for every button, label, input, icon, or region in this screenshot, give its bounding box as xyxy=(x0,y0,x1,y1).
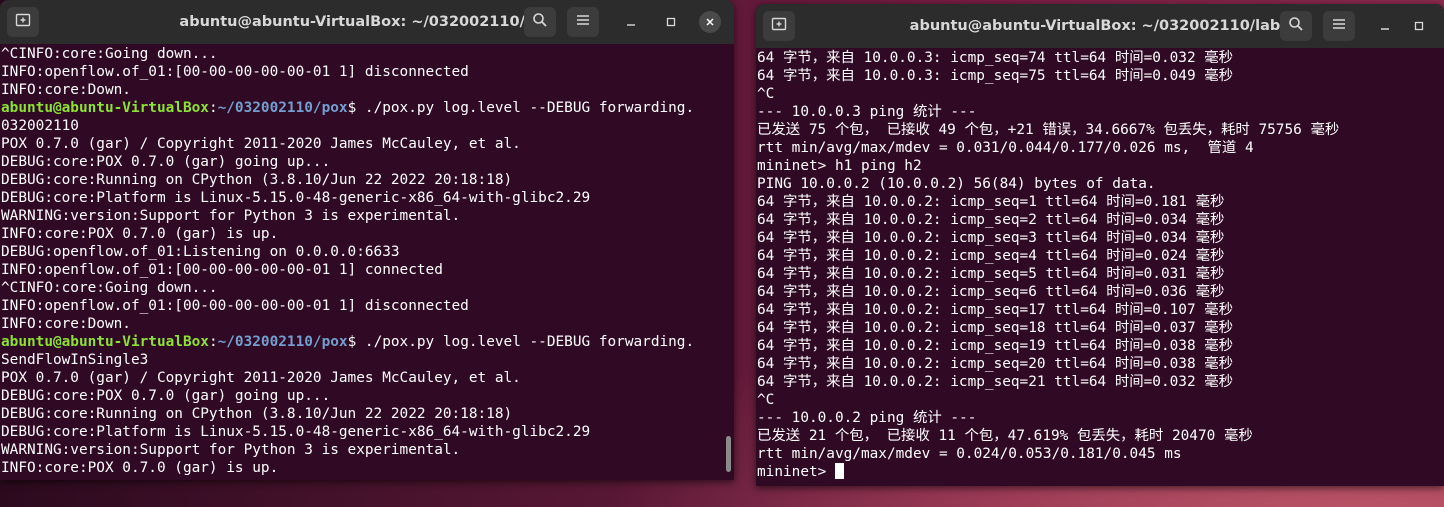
output-line: 已发送 75 个包， 已接收 49 个包，+21 错误，34.6667% 包丢失… xyxy=(757,122,1340,138)
terminal-window-pox[interactable]: abuntu@abuntu-VirtualBox: ~/032002110/po… xyxy=(0,0,734,480)
output-line: 64 字节，来自 10.0.0.2: icmp_seq=4 ttl=64 时间=… xyxy=(757,248,1225,264)
output-line: 64 字节，来自 10.0.0.2: icmp_seq=1 ttl=64 时间=… xyxy=(757,194,1225,210)
new-tab-button[interactable] xyxy=(763,11,795,41)
titlebar[interactable]: abuntu@abuntu-VirtualBox: ~/032002110/la… xyxy=(756,4,1444,48)
search-icon xyxy=(1288,16,1304,36)
output-line: 64 字节，来自 10.0.0.2: icmp_seq=20 ttl=64 时间… xyxy=(757,356,1234,372)
new-tab-button[interactable] xyxy=(7,7,39,37)
text-cursor xyxy=(834,463,844,479)
output-line: 64 字节，来自 10.0.0.2: icmp_seq=19 ttl=64 时间… xyxy=(757,338,1234,354)
prompt-line[interactable]: mininet> xyxy=(757,463,1444,481)
output-line: POX 0.7.0 (gar) / Copyright 2011-2020 Ja… xyxy=(1,370,521,386)
output-line: 已发送 21 个包， 已接收 11 个包，47.619% 包丢失，耗时 2047… xyxy=(757,428,1253,444)
new-tab-icon xyxy=(771,16,787,36)
mininet-prompt: mininet> xyxy=(757,464,835,480)
output-line: 64 字节，来自 10.0.0.2: icmp_seq=18 ttl=64 时间… xyxy=(757,320,1234,336)
output-line: 64 字节，来自 10.0.0.3: icmp_seq=74 ttl=64 时间… xyxy=(757,50,1234,66)
command-text: $ ./pox.py log.level --DEBUG forwarding. xyxy=(347,334,695,350)
minimize-button[interactable] xyxy=(1374,15,1396,37)
close-button[interactable] xyxy=(699,11,721,33)
output-line: INFO:openflow.of_01:[00-00-00-00-00-01 1… xyxy=(1,298,469,314)
menu-icon xyxy=(575,12,591,32)
output-line: DEBUG:core:Platform is Linux-5.15.0-48-g… xyxy=(1,424,591,440)
maximize-icon xyxy=(665,13,677,32)
output-line: 64 字节，来自 10.0.0.3: icmp_seq=75 ttl=64 时间… xyxy=(757,68,1234,84)
maximize-button[interactable] xyxy=(660,11,682,33)
output-line: rtt min/avg/max/mdev = 0.031/0.044/0.177… xyxy=(757,140,1254,156)
output-line: INFO:openflow.of_01:[00-00-00-00-00-01 1… xyxy=(1,262,443,278)
command-text: $ ./pox.py log.level --DEBUG forwarding. xyxy=(347,100,695,116)
output-line: 64 字节，来自 10.0.0.2: icmp_seq=2 ttl=64 时间=… xyxy=(757,212,1225,228)
close-icon xyxy=(704,13,716,32)
search-button[interactable] xyxy=(1280,11,1312,41)
maximize-icon xyxy=(1413,17,1425,36)
output-line: 64 字节，来自 10.0.0.2: icmp_seq=6 ttl=64 时间=… xyxy=(757,284,1225,300)
output-line: --- 10.0.0.2 ping 统计 --- xyxy=(757,410,977,426)
search-icon xyxy=(532,12,548,32)
output-line: INFO:core:POX 0.7.0 (gar) is up. xyxy=(1,460,279,476)
output-line: POX 0.7.0 (gar) / Copyright 2011-2020 Ja… xyxy=(1,136,521,152)
prompt-line: abuntu@abuntu-VirtualBox:~/032002110/pox… xyxy=(1,333,734,351)
terminal-output[interactable]: 64 字节，来自 10.0.0.3: icmp_seq=74 ttl=64 时间… xyxy=(756,48,1444,486)
new-tab-icon xyxy=(15,12,31,32)
output-line: DEBUG:core:POX 0.7.0 (gar) going up... xyxy=(1,388,331,404)
search-button[interactable] xyxy=(524,7,556,37)
prompt-path: ~/032002110/pox xyxy=(217,100,348,116)
output-line: 032002110 xyxy=(1,118,79,134)
terminal-window-lab5[interactable]: abuntu@abuntu-VirtualBox: ~/032002110/la… xyxy=(756,4,1444,486)
output-line: 64 字节，来自 10.0.0.2: icmp_seq=21 ttl=64 时间… xyxy=(757,374,1234,390)
output-line: --- 10.0.0.3 ping 统计 --- xyxy=(757,104,977,120)
output-line: 64 字节，来自 10.0.0.2: icmp_seq=5 ttl=64 时间=… xyxy=(757,266,1225,282)
output-line: ^CINFO:core:Going down... xyxy=(1,280,218,296)
output-line: INFO:openflow.of_01:[00-00-00-00-00-01 1… xyxy=(1,64,469,80)
prompt-path: ~/032002110/pox xyxy=(217,334,348,350)
output-line: DEBUG:core:Running on CPython (3.8.10/Ju… xyxy=(1,406,513,422)
minimize-icon xyxy=(625,13,637,32)
output-line: DEBUG:core:POX 0.7.0 (gar) going up... xyxy=(1,154,331,170)
output-line: PING 10.0.0.2 (10.0.0.2) 56(84) bytes of… xyxy=(757,176,1156,192)
output-line: 64 字节，来自 10.0.0.2: icmp_seq=3 ttl=64 时间=… xyxy=(757,230,1225,246)
prompt-user: abuntu@abuntu-VirtualBox xyxy=(1,334,209,350)
minimize-button[interactable] xyxy=(620,11,642,33)
scrollbar[interactable] xyxy=(726,436,731,472)
output-line: DEBUG:openflow.of_01:Listening on 0.0.0.… xyxy=(1,244,400,260)
output-line: ^C xyxy=(757,392,775,408)
output-line: INFO:core:Down. xyxy=(1,316,131,332)
output-line: ^C xyxy=(757,86,775,102)
output-line: DEBUG:core:Platform is Linux-5.15.0-48-g… xyxy=(1,190,591,206)
output-line: ^CINFO:core:Going down... xyxy=(1,46,218,62)
prompt-separator: : xyxy=(208,334,218,350)
minimize-icon xyxy=(1379,17,1391,36)
titlebar[interactable]: abuntu@abuntu-VirtualBox: ~/032002110/po… xyxy=(0,0,734,44)
output-line: 64 字节，来自 10.0.0.2: icmp_seq=17 ttl=64 时间… xyxy=(757,302,1234,318)
output-line: DEBUG:core:Running on CPython (3.8.10/Ju… xyxy=(1,172,513,188)
output-line: INFO:core:POX 0.7.0 (gar) is up. xyxy=(1,226,279,242)
terminal-output[interactable]: ^CINFO:core:Going down... INFO:openflow.… xyxy=(0,44,734,480)
prompt-separator: : xyxy=(208,100,218,116)
menu-button[interactable] xyxy=(1323,11,1355,41)
output-line: mininet> h1 ping h2 xyxy=(757,158,922,174)
output-line: WARNING:version:Support for Python 3 is … xyxy=(1,442,461,458)
maximize-button[interactable] xyxy=(1408,15,1430,37)
output-line: SendFlowInSingle3 xyxy=(1,352,149,368)
output-line: rtt min/avg/max/mdev = 0.024/0.053/0.181… xyxy=(757,446,1182,462)
menu-button[interactable] xyxy=(567,7,599,37)
prompt-line: abuntu@abuntu-VirtualBox:~/032002110/pox… xyxy=(1,99,734,117)
output-line: WARNING:version:Support for Python 3 is … xyxy=(1,208,461,224)
prompt-user: abuntu@abuntu-VirtualBox xyxy=(1,100,209,116)
output-line: INFO:core:Down. xyxy=(1,82,131,98)
menu-icon xyxy=(1331,16,1347,36)
